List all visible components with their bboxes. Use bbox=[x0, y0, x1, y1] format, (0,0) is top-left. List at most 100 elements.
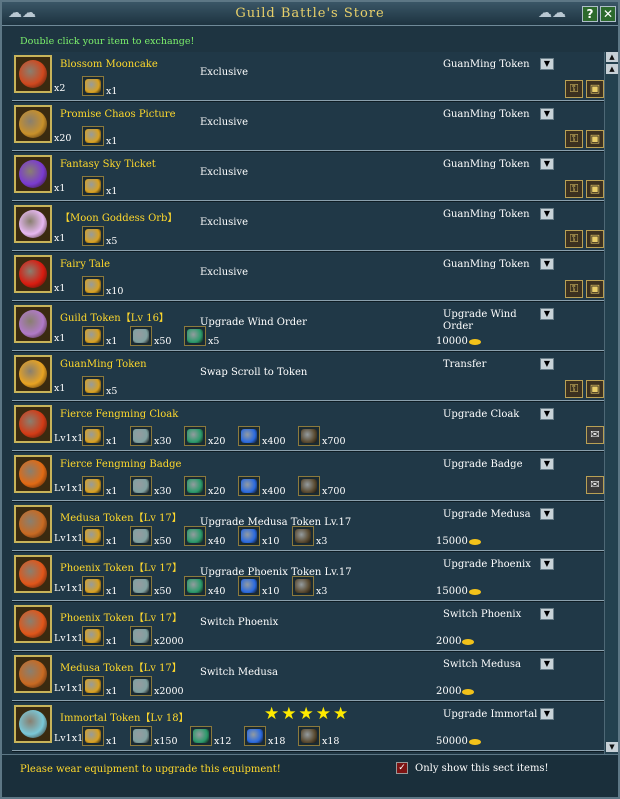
material-slot[interactable]: x10 bbox=[82, 276, 132, 297]
material-slot[interactable]: x1 bbox=[82, 326, 126, 347]
scroll-icon[interactable]: ✉ bbox=[586, 476, 604, 494]
chevron-down-icon[interactable]: ▼ bbox=[540, 658, 554, 670]
material-icon[interactable]: x10 bbox=[238, 526, 279, 547]
material-icon[interactable]: x700 bbox=[298, 426, 346, 447]
key-icon[interactable]: ⚿ bbox=[565, 380, 583, 398]
material-slot[interactable]: x1 bbox=[82, 676, 126, 697]
scrollbar[interactable]: ▲ ▲ ▼ bbox=[604, 52, 618, 754]
key-icon[interactable]: ⚿ bbox=[565, 80, 583, 98]
material-icon[interactable]: x12 bbox=[190, 726, 231, 747]
material-icon[interactable]: x30 bbox=[130, 426, 171, 447]
lock-icon[interactable]: ▣ bbox=[586, 380, 604, 398]
title-bar[interactable]: ☁☁ Guild Battle's Store ☁☁ ? ✕ bbox=[2, 2, 618, 26]
scroll-down-icon[interactable]: ▼ bbox=[606, 742, 618, 752]
list-item[interactable]: x20 Promise Chaos Picture Exclusive x1 GuanM… bbox=[12, 102, 604, 152]
material-icon[interactable]: x3 bbox=[292, 576, 327, 597]
list-item[interactable]: x1 【Moon Goddess Orb】 Exclusive x5 GuanMing … bbox=[12, 202, 604, 252]
material-slot[interactable]: x50 bbox=[130, 576, 180, 597]
material-slot[interactable]: x20 bbox=[184, 476, 234, 497]
chevron-down-icon[interactable]: ▼ bbox=[540, 608, 554, 620]
material-icon[interactable]: x18 bbox=[244, 726, 285, 747]
material-slot[interactable]: x1 bbox=[82, 426, 126, 447]
key-icon[interactable]: ⚿ bbox=[565, 230, 583, 248]
exchange-option-value[interactable]: Upgrade Medusa bbox=[443, 509, 545, 521]
material-slot[interactable]: x18 bbox=[298, 726, 348, 747]
material-icon[interactable]: x5 bbox=[82, 226, 117, 247]
item-icon[interactable]: x1 bbox=[14, 305, 65, 344]
list-item[interactable]: x1 GuanMing Token Swap Scroll to Token x5 Tr… bbox=[12, 352, 604, 402]
list-item[interactable]: Lv1x1 Fierce Fengming Cloak x1 x30 x20 x400 x7… bbox=[12, 402, 604, 452]
key-icon[interactable]: ⚿ bbox=[565, 280, 583, 298]
exchange-option-value[interactable]: Transfer bbox=[443, 359, 545, 371]
material-icon[interactable]: x1 bbox=[82, 326, 117, 347]
list-item[interactable]: x1 Fantasy Sky Ticket Exclusive x1 GuanMing … bbox=[12, 152, 604, 202]
scroll-top-icon[interactable]: ▲ bbox=[606, 52, 618, 62]
item-icon[interactable]: Lv1x1 bbox=[14, 655, 83, 694]
item-icon[interactable]: x1 bbox=[14, 355, 65, 394]
list-item[interactable]: x2 Blossom Mooncake Exclusive x1 GuanMing To… bbox=[12, 52, 604, 102]
chevron-down-icon[interactable]: ▼ bbox=[540, 308, 554, 320]
material-icon[interactable]: x40 bbox=[184, 526, 225, 547]
material-icon[interactable]: x1 bbox=[82, 526, 117, 547]
material-slot[interactable]: x1 bbox=[82, 726, 126, 747]
chevron-down-icon[interactable]: ▼ bbox=[540, 558, 554, 570]
material-icon[interactable]: x1 bbox=[82, 126, 117, 147]
material-icon[interactable]: x1 bbox=[82, 626, 117, 647]
material-slot[interactable]: x5 bbox=[184, 326, 228, 347]
material-icon[interactable]: x50 bbox=[130, 576, 171, 597]
item-icon[interactable]: Lv1x1 bbox=[14, 405, 83, 444]
list-item[interactable]: Lv1x1 Phoenix Token【Lv 17】 Switch Phoenix x… bbox=[12, 602, 604, 652]
lock-icon[interactable]: ▣ bbox=[586, 230, 604, 248]
key-icon[interactable]: ⚿ bbox=[565, 130, 583, 148]
material-icon[interactable]: x20 bbox=[184, 426, 225, 447]
material-slot[interactable]: x5 bbox=[82, 226, 126, 247]
material-slot[interactable]: x3 bbox=[292, 526, 336, 547]
lock-icon[interactable]: ▣ bbox=[586, 280, 604, 298]
sect-filter-checkbox[interactable]: ✓ bbox=[396, 762, 408, 774]
chevron-down-icon[interactable]: ▼ bbox=[540, 508, 554, 520]
chevron-down-icon[interactable]: ▼ bbox=[540, 58, 554, 70]
exchange-option-value[interactable]: Upgrade Wind Order bbox=[443, 309, 545, 333]
lock-icon[interactable]: ▣ bbox=[586, 130, 604, 148]
list-item[interactable]: x1 Guild Token【Lv 16】 Upgrade Wind Order x1… bbox=[12, 302, 604, 352]
lock-icon[interactable]: ▣ bbox=[586, 180, 604, 198]
material-slot[interactable]: x50 bbox=[130, 526, 180, 547]
material-icon[interactable]: x2000 bbox=[130, 676, 184, 697]
material-slot[interactable]: x400 bbox=[238, 476, 294, 497]
material-slot[interactable]: x20 bbox=[184, 426, 234, 447]
exchange-option-value[interactable]: Upgrade Badge bbox=[443, 459, 545, 471]
material-icon[interactable]: x10 bbox=[82, 276, 123, 297]
item-icon[interactable]: x1 bbox=[14, 155, 65, 194]
material-slot[interactable]: x30 bbox=[130, 426, 180, 447]
item-icon[interactable]: Lv1x1 bbox=[14, 705, 83, 744]
material-icon[interactable]: x30 bbox=[130, 476, 171, 497]
material-icon[interactable]: x5 bbox=[82, 376, 117, 397]
item-icon[interactable]: Lv1x1 bbox=[14, 455, 83, 494]
material-slot[interactable]: x1 bbox=[82, 76, 126, 97]
key-icon[interactable]: ⚿ bbox=[565, 180, 583, 198]
material-slot[interactable]: x150 bbox=[130, 726, 186, 747]
item-icon[interactable]: x1 bbox=[14, 255, 65, 294]
material-icon[interactable]: x20 bbox=[184, 476, 225, 497]
material-slot[interactable]: x1 bbox=[82, 476, 126, 497]
material-slot[interactable]: x700 bbox=[298, 426, 354, 447]
material-icon[interactable]: x50 bbox=[130, 326, 171, 347]
exchange-option-value[interactable]: GuanMing Token bbox=[443, 59, 545, 71]
scroll-up-icon[interactable]: ▲ bbox=[606, 64, 618, 74]
exchange-option-value[interactable]: Switch Phoenix bbox=[443, 609, 545, 621]
material-slot[interactable]: x50 bbox=[130, 326, 180, 347]
material-icon[interactable]: x700 bbox=[298, 476, 346, 497]
chevron-down-icon[interactable]: ▼ bbox=[540, 208, 554, 220]
material-icon[interactable]: x1 bbox=[82, 176, 117, 197]
material-slot[interactable]: x1 bbox=[82, 576, 126, 597]
material-slot[interactable]: x5 bbox=[82, 376, 126, 397]
material-slot[interactable]: x30 bbox=[130, 476, 180, 497]
exchange-option-value[interactable]: Switch Medusa bbox=[443, 659, 545, 671]
exchange-option-value[interactable]: GuanMing Token bbox=[443, 109, 545, 121]
material-slot[interactable]: x1 bbox=[82, 176, 126, 197]
material-icon[interactable]: x150 bbox=[130, 726, 178, 747]
material-slot[interactable]: x1 bbox=[82, 526, 126, 547]
material-icon[interactable]: x1 bbox=[82, 476, 117, 497]
item-icon[interactable]: x20 bbox=[14, 105, 71, 144]
material-slot[interactable]: x700 bbox=[298, 476, 354, 497]
